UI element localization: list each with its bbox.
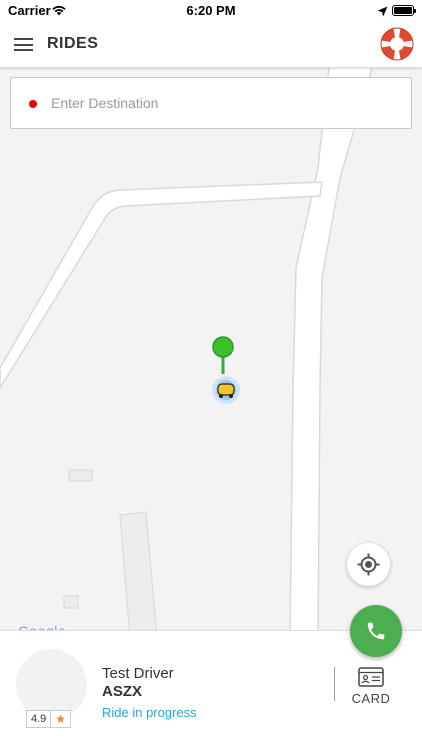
call-driver-button[interactable] xyxy=(350,605,402,657)
location-arrow-icon xyxy=(377,4,388,22)
destination-dot-icon xyxy=(29,100,37,108)
menu-icon[interactable] xyxy=(14,38,33,51)
battery-icon xyxy=(392,5,416,16)
clock: 6:20 PM xyxy=(186,3,236,18)
destination-field[interactable] xyxy=(10,77,412,129)
driver-rating-badge: 4.9 ★ xyxy=(26,710,72,728)
vehicle-plate: ASZX xyxy=(102,683,143,700)
driver-name: Test Driver xyxy=(102,665,174,682)
destination-input[interactable] xyxy=(51,90,391,116)
divider xyxy=(334,667,335,701)
id-card-icon xyxy=(358,667,384,687)
page-title: RIDES xyxy=(47,35,99,52)
rating-value: 4.9 xyxy=(27,711,52,727)
ride-status: Ride in progress xyxy=(102,705,197,720)
locate-me-button[interactable] xyxy=(347,543,390,586)
help-lifebuoy-icon[interactable] xyxy=(378,25,416,63)
crosshair-icon xyxy=(357,553,380,576)
star-icon: ★ xyxy=(55,712,67,726)
status-bar: Carrier 6:20 PM xyxy=(0,0,422,22)
nav-bar: RIDES xyxy=(0,22,422,68)
card-label: CARD xyxy=(351,691,391,706)
phone-icon xyxy=(367,622,385,640)
card-button[interactable]: CARD xyxy=(348,667,394,707)
